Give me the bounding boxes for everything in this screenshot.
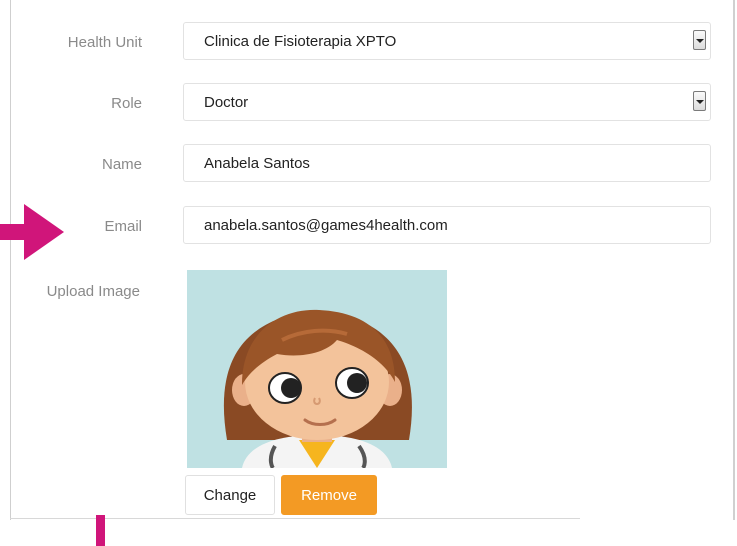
role-value: Doctor xyxy=(204,93,249,111)
chevron-down-icon[interactable] xyxy=(693,91,706,111)
arrow-right-icon xyxy=(0,204,64,260)
avatar-illustration xyxy=(187,270,447,468)
email-input[interactable]: anabela.santos@games4health.com xyxy=(183,206,711,244)
health-unit-label: Health Unit xyxy=(67,34,142,51)
arrow-up-indicator xyxy=(96,515,105,546)
chevron-down-icon[interactable] xyxy=(693,30,706,50)
name-label: Name xyxy=(101,156,142,173)
change-image-button[interactable]: Change xyxy=(185,475,275,515)
remove-image-button[interactable]: Remove xyxy=(281,475,377,515)
health-unit-select[interactable]: Clinica de Fisioterapia XPTO xyxy=(183,22,711,60)
name-input[interactable]: Anabela Santos xyxy=(183,144,711,182)
name-value: Anabela Santos xyxy=(204,154,310,172)
upload-image-label: Upload Image xyxy=(46,283,140,300)
role-select[interactable]: Doctor xyxy=(183,83,711,121)
avatar-image xyxy=(187,270,447,468)
role-label: Role xyxy=(111,95,142,112)
email-value: anabela.santos@games4health.com xyxy=(204,216,448,234)
frame-right-border xyxy=(733,0,735,520)
health-unit-value: Clinica de Fisioterapia XPTO xyxy=(204,32,397,50)
